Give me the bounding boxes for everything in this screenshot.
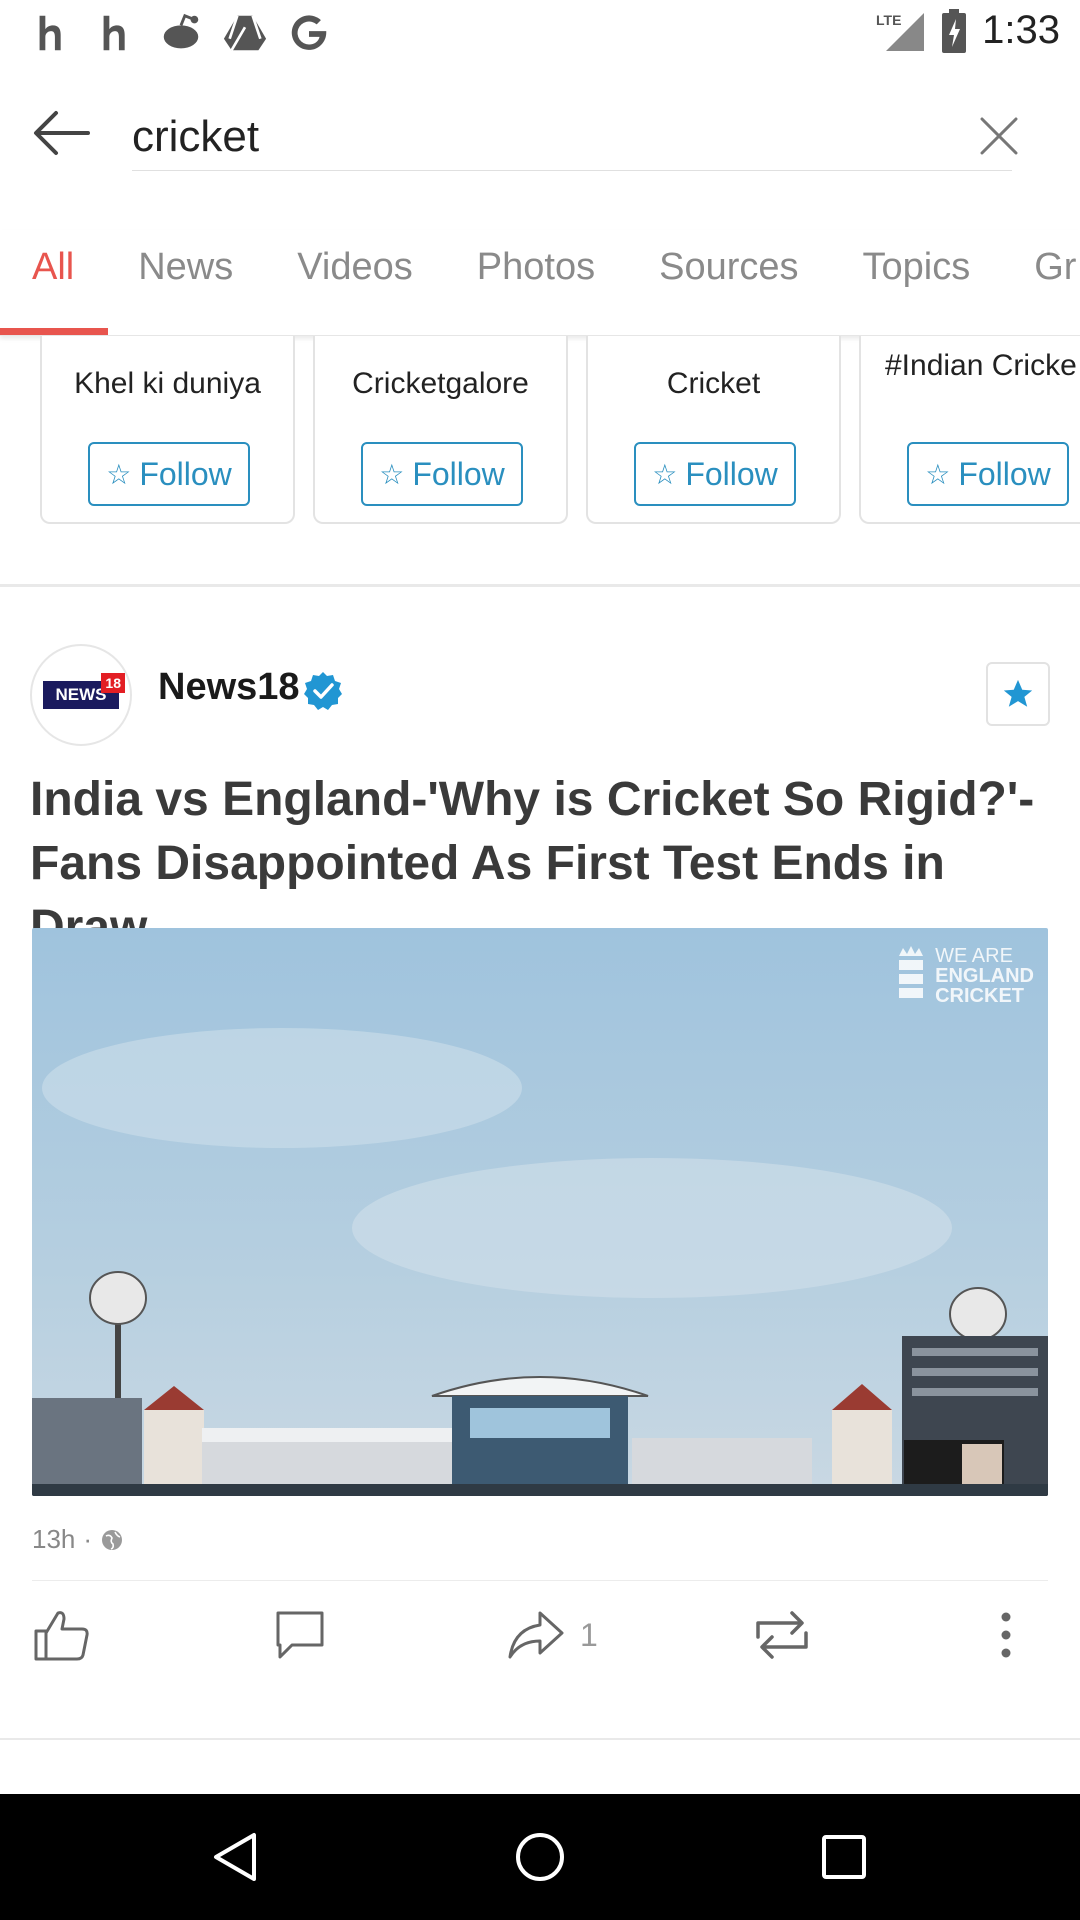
reddit-icon [163,13,199,49]
stadium-photo [32,928,1048,1496]
close-icon[interactable] [976,113,1022,159]
three-lions-crest-icon [899,946,924,998]
follow-button[interactable]: ☆ Follow [88,442,250,506]
back-nav-icon[interactable] [208,1829,264,1885]
source-card-name: Cricket [666,367,761,400]
source-name[interactable]: News18 [158,666,300,709]
clock: 1:33 [982,8,1060,52]
back-arrow-icon[interactable] [30,101,94,165]
recents-nav-icon[interactable] [816,1829,872,1885]
system-nav-bar [0,1794,1080,1920]
follow-button[interactable]: ☆ Follow [907,442,1069,506]
source-card[interactable]: #Indian Cricke J ☆ Follow [859,336,1080,524]
lte-signal-icon: LTE [876,12,925,51]
post-header: NEWS 18 News18 [30,640,1050,750]
follow-star-button[interactable] [986,662,1050,726]
star-outline-icon: ☆ [925,458,951,490]
tab-photos[interactable]: Photos [445,230,627,335]
more-vertical-icon [1001,1612,1011,1658]
star-outline-icon: ☆ [379,458,405,490]
hipchat-icon [39,15,61,51]
source-card-name: Cricketgalore [352,367,529,400]
source-card[interactable]: Khel ki duniya ☆ Follow [40,336,295,524]
england-cricket-watermark: WE ARE ENGLAND CRICKET [893,946,1034,1006]
watermark-line: ENGLAND [935,965,1034,987]
status-right: LTE 1:33 [874,8,1060,53]
source-card-name: Khel ki duniya [74,367,261,400]
like-button[interactable] [32,1607,92,1663]
meta-separator: · [83,1524,93,1554]
globe-icon [102,1529,123,1550]
follow-label: Follow [958,455,1051,492]
search-input[interactable] [132,103,1012,171]
source-card-name: #Indian Cricke J [885,349,1080,382]
tab-videos[interactable]: Videos [265,230,445,335]
logo-text: NEWS [55,685,107,704]
star-outline-icon: ☆ [106,458,132,490]
search-header [0,63,1080,203]
watermark-line: WE ARE [935,945,1013,967]
notification-icons [30,10,332,56]
follow-label: Follow [685,455,778,492]
tab-topics[interactable]: Topics [831,230,1003,335]
google-icon [291,15,327,50]
svg-text:LTE: LTE [876,12,901,28]
post-image[interactable]: WE ARE ENGLAND CRICKET [32,928,1048,1496]
share-arrow-icon [508,1611,564,1659]
section-divider [0,1738,1080,1740]
source-cards: Khel ki duniya ☆ Follow Cricketgalore ☆ … [40,336,1080,524]
more-options-button[interactable] [996,1607,1016,1663]
home-nav-icon[interactable] [512,1829,568,1885]
comment-button[interactable] [270,1607,330,1663]
tab-sources[interactable]: Sources [627,230,830,335]
post-time: 13h [32,1524,76,1554]
source-card[interactable]: Cricketgalore ☆ Follow [313,336,568,524]
post-actions: 1 [32,1580,1048,1690]
tab-all[interactable]: All [0,230,109,335]
status-bar: LTE 1:33 [0,0,1080,63]
watermark-text: WE ARE ENGLAND CRICKET [935,946,1034,1006]
follow-button[interactable]: ☆ Follow [634,442,796,506]
share-count: 1 [580,1616,598,1653]
comment-icon [276,1611,324,1659]
section-divider [0,584,1080,587]
watermark-line: CRICKET [935,985,1024,1007]
drive-icon [223,15,267,51]
thumbs-up-icon [34,1611,89,1661]
repost-button[interactable] [752,1607,812,1663]
source-avatar[interactable]: NEWS 18 [30,644,132,746]
tab-groups[interactable]: Gr [1002,230,1080,335]
post-meta: 13h · [32,1524,124,1555]
hipchat-icon [103,15,125,51]
verified-badge-icon [304,672,342,710]
star-outline-icon: ☆ [652,458,678,490]
follow-label: Follow [139,455,232,492]
follow-label: Follow [412,455,505,492]
repost-icon [756,1611,808,1659]
tab-news[interactable]: News [106,230,265,335]
filter-tabs: All News Videos Photos Sources Topics Gr [0,230,1080,336]
follow-button[interactable]: ☆ Follow [361,442,523,506]
news18-logo: NEWS 18 [43,673,125,709]
battery-icon [942,8,967,53]
share-button[interactable]: 1 [506,1607,598,1663]
star-filled-icon [1003,679,1033,707]
source-card[interactable]: Cricket ☆ Follow [586,336,841,524]
logo-number: 18 [101,673,125,693]
